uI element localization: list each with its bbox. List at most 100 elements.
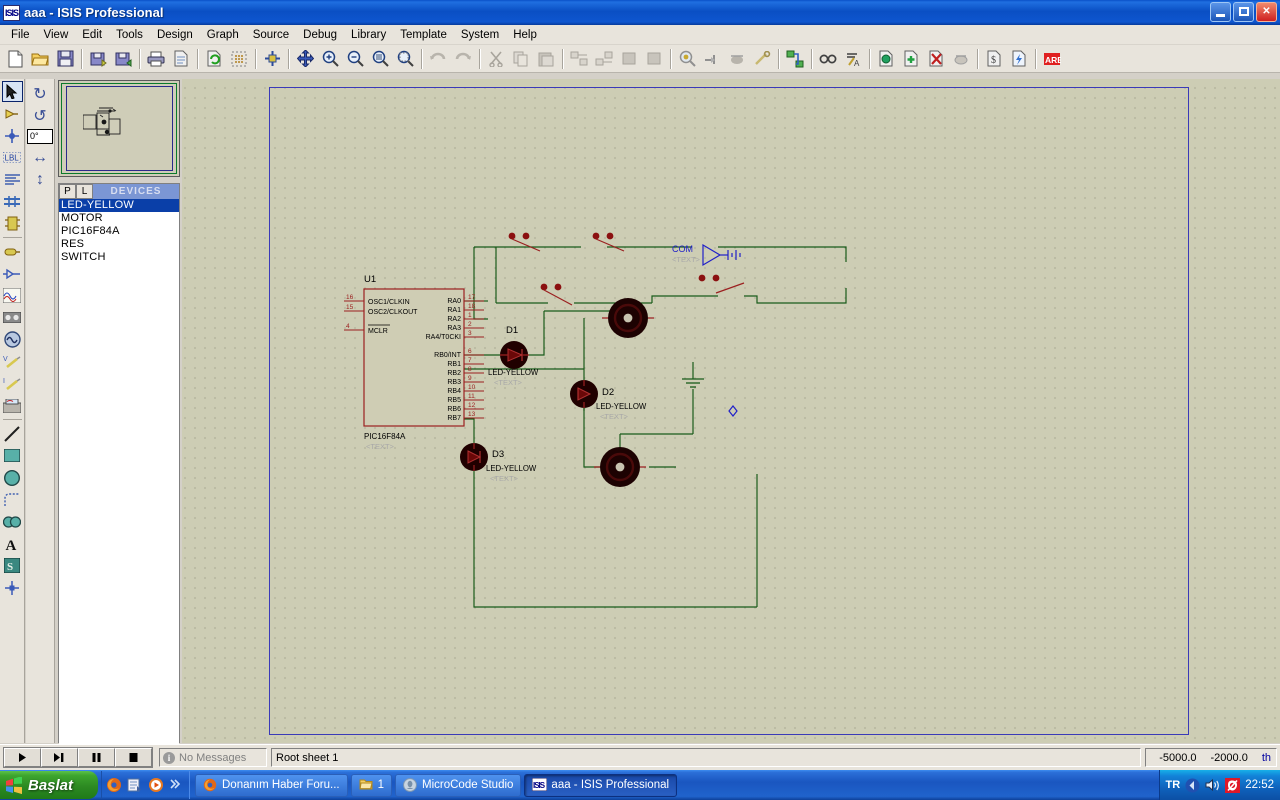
network-icon[interactable] — [1185, 778, 1200, 793]
graph-mode-button[interactable] — [2, 285, 23, 306]
search-tag-icon[interactable] — [816, 47, 840, 71]
tape-recorder-mode-button[interactable] — [2, 307, 23, 328]
media-player-icon[interactable] — [148, 777, 164, 793]
block-copy-icon[interactable] — [567, 47, 591, 71]
device-item-led-yellow[interactable]: LED-YELLOW — [59, 199, 179, 212]
exit-sheet-icon[interactable] — [949, 47, 973, 71]
decompose-icon[interactable] — [750, 47, 774, 71]
zoom-area-icon[interactable] — [393, 47, 417, 71]
path-tool-button[interactable] — [2, 511, 23, 532]
play-button[interactable] — [4, 748, 41, 767]
schematic-canvas[interactable]: U1 PIC16F84A <TEXT> 16 15 4 OSC1/CLKIN O… — [182, 79, 1280, 743]
devices-list[interactable]: LED-YELLOW MOTOR PIC16F84A RES SWITCH — [59, 199, 179, 744]
switch-group-3[interactable] — [540, 283, 573, 306]
device-pin-mode-button[interactable] — [2, 263, 23, 284]
generator-mode-button[interactable] — [2, 329, 23, 350]
undo-icon[interactable] — [426, 47, 450, 71]
virtual-instrument-mode-button[interactable] — [2, 395, 23, 416]
terminals-mode-button[interactable] — [2, 241, 23, 262]
clock[interactable]: 22:52 — [1245, 779, 1274, 791]
volume-icon[interactable] — [1205, 778, 1220, 793]
start-button[interactable]: Başlat — [0, 771, 98, 799]
stop-button[interactable] — [115, 748, 152, 767]
current-probe-mode-button[interactable]: I — [2, 373, 23, 394]
line-tool-button[interactable] — [2, 423, 23, 444]
menu-template[interactable]: Template — [393, 27, 454, 43]
menu-system[interactable]: System — [454, 27, 506, 43]
cut-icon[interactable] — [484, 47, 508, 71]
chevron-more-icon[interactable] — [169, 777, 185, 793]
text-tool-button[interactable]: A — [2, 533, 23, 554]
device-item-switch[interactable]: SWITCH — [59, 251, 179, 264]
subcircuit-mode-button[interactable] — [2, 213, 23, 234]
design-explorer-icon[interactable] — [874, 47, 898, 71]
component-mode-button[interactable] — [2, 103, 23, 124]
task-folder-1[interactable]: 1 — [350, 773, 393, 797]
zoom-in-icon[interactable] — [318, 47, 342, 71]
switch-group-1[interactable] — [508, 232, 541, 252]
text-script-mode-button[interactable] — [2, 169, 23, 190]
rotate-clockwise-button[interactable]: ↻ — [28, 83, 53, 104]
origin-icon[interactable] — [260, 47, 284, 71]
menu-design[interactable]: Design — [150, 27, 200, 43]
junction-dot-mode-button[interactable] — [2, 125, 23, 146]
device-item-motor[interactable]: MOTOR — [59, 212, 179, 225]
block-delete-icon[interactable] — [642, 47, 666, 71]
voltage-probe-mode-button[interactable]: V — [2, 351, 23, 372]
zoom-out-icon[interactable] — [343, 47, 367, 71]
pause-button[interactable] — [78, 748, 115, 767]
avira-icon[interactable] — [1225, 777, 1241, 793]
paste-icon[interactable] — [534, 47, 558, 71]
electrical-rule-check-icon[interactable] — [1007, 47, 1031, 71]
copy-icon[interactable] — [509, 47, 533, 71]
switch-group-4[interactable] — [698, 274, 745, 294]
bill-of-materials-icon[interactable]: $ — [982, 47, 1006, 71]
maximize-button[interactable] — [1233, 2, 1254, 22]
new-sheet-icon[interactable] — [899, 47, 923, 71]
selection-mode-button[interactable] — [1, 81, 23, 102]
menu-edit[interactable]: Edit — [75, 27, 109, 43]
pick-devices-button[interactable]: P — [59, 184, 76, 199]
menu-help[interactable]: Help — [506, 27, 544, 43]
pick-device-icon[interactable] — [675, 47, 699, 71]
menu-source[interactable]: Source — [246, 27, 296, 43]
close-button[interactable]: ✕ — [1256, 2, 1277, 22]
make-device-icon[interactable] — [700, 47, 724, 71]
ground-symbol[interactable] — [682, 378, 704, 388]
new-file-icon[interactable] — [3, 47, 27, 71]
export-section-icon[interactable] — [111, 47, 135, 71]
remove-sheet-icon[interactable] — [924, 47, 948, 71]
wire-autorouter-icon[interactable] — [783, 47, 807, 71]
arc-tool-button[interactable] — [2, 489, 23, 510]
marker-tool-button[interactable] — [2, 577, 23, 598]
menu-library[interactable]: Library — [344, 27, 393, 43]
menu-view[interactable]: View — [37, 27, 76, 43]
device-item-res[interactable]: RES — [59, 238, 179, 251]
step-button[interactable] — [41, 748, 78, 767]
task-donanim-haber[interactable]: Donanım Haber Foru... — [195, 773, 348, 797]
task-microcode-studio[interactable]: MicroCode Studio — [395, 773, 522, 797]
menu-tools[interactable]: Tools — [109, 27, 150, 43]
overview-panel[interactable] — [58, 80, 180, 177]
box-tool-button[interactable] — [2, 445, 23, 466]
block-rotate-icon[interactable] — [617, 47, 641, 71]
netlist-to-ares-icon[interactable]: ARES — [1040, 47, 1064, 71]
refresh-display-icon[interactable] — [202, 47, 226, 71]
switch-group-2[interactable] — [592, 232, 625, 252]
component-d1-led[interactable]: D1 LED-YELLOW <TEXT> — [488, 325, 539, 387]
print-area-icon[interactable] — [169, 47, 193, 71]
show-desktop-icon[interactable] — [127, 777, 143, 793]
symbol-tool-button[interactable]: S — [2, 555, 23, 576]
component-d3-led[interactable]: D3 LED-YELLOW <TEXT> — [460, 443, 537, 483]
component-d2-led[interactable]: D2 LED-YELLOW <TEXT> — [570, 380, 647, 421]
redo-icon[interactable] — [451, 47, 475, 71]
menu-debug[interactable]: Debug — [296, 27, 344, 43]
mirror-horizontal-button[interactable]: ↔ — [28, 147, 53, 168]
component-u1-pic16f84a[interactable]: U1 PIC16F84A <TEXT> 16 15 4 OSC1/CLKIN O… — [344, 274, 484, 451]
component-motor-2[interactable] — [594, 447, 646, 487]
property-assignment-icon[interactable]: A — [841, 47, 865, 71]
menu-graph[interactable]: Graph — [200, 27, 246, 43]
device-item-pic16f84a[interactable]: PIC16F84A — [59, 225, 179, 238]
zoom-all-icon[interactable] — [368, 47, 392, 71]
language-indicator[interactable]: TR — [1166, 779, 1181, 791]
